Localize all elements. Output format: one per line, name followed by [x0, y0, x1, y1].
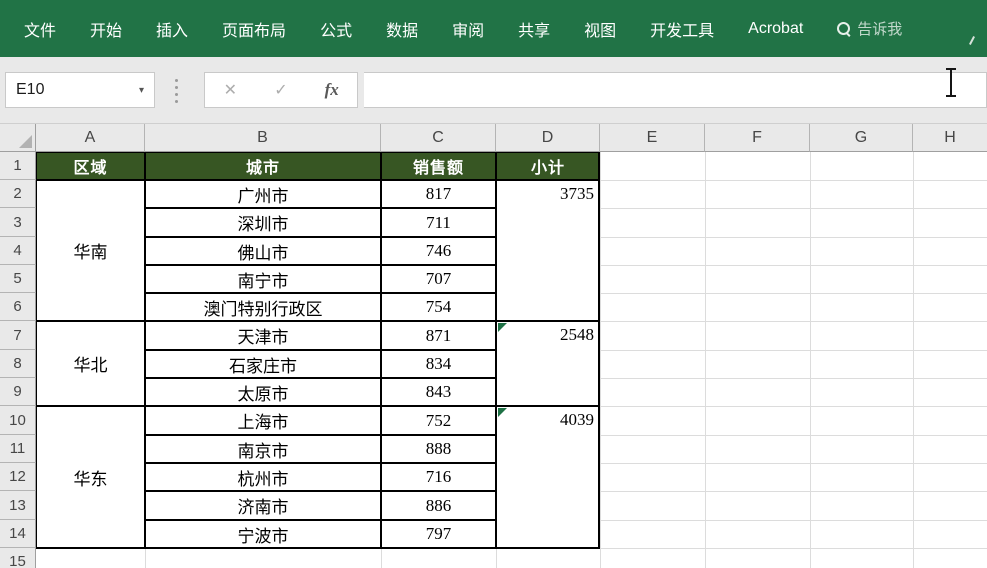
- tell-me-label: 告诉我: [857, 21, 903, 38]
- formula-bar-strip: E10 ▾ ✕ ✓ fx: [0, 57, 987, 124]
- search-icon: [837, 22, 851, 37]
- tab-share[interactable]: 共享: [518, 17, 550, 41]
- ribbon-tab-bar: 文件 开始 插入 页面布局 公式 数据 审阅 共享 视图 开发工具 Acrobat 告诉我: [0, 0, 987, 57]
- error-indicator-icon: [498, 323, 507, 332]
- row-header-6[interactable]: 6: [0, 293, 36, 321]
- row-header-7[interactable]: 7: [0, 321, 36, 350]
- cell-D7-merged[interactable]: 2548: [496, 321, 600, 406]
- error-indicator-icon: [498, 408, 507, 417]
- row-header-1[interactable]: 1: [0, 152, 36, 180]
- column-header-D[interactable]: D: [496, 124, 600, 152]
- tab-review[interactable]: 审阅: [452, 17, 484, 41]
- tab-developer[interactable]: 开发工具: [650, 17, 714, 41]
- tell-me-search[interactable]: 告诉我: [837, 18, 902, 39]
- chevron-down-icon[interactable]: ▾: [139, 85, 144, 96]
- cell-A7-merged[interactable]: 华北: [36, 321, 145, 406]
- cell-B14[interactable]: 宁波市: [145, 520, 381, 548]
- gridline: [913, 152, 914, 568]
- cell-C13[interactable]: 886: [381, 491, 496, 520]
- cell-B4[interactable]: 佛山市: [145, 237, 381, 265]
- formula-input[interactable]: [364, 72, 987, 108]
- cell-B9[interactable]: 太原市: [145, 378, 381, 406]
- cell-C8[interactable]: 834: [381, 350, 496, 378]
- tab-acrobat[interactable]: Acrobat: [748, 20, 803, 38]
- cell-C10[interactable]: 752: [381, 406, 496, 435]
- row-header-14[interactable]: 14: [0, 520, 36, 548]
- cell-B1[interactable]: 城市: [145, 152, 381, 180]
- row-header-4[interactable]: 4: [0, 237, 36, 265]
- cell-C11[interactable]: 888: [381, 435, 496, 463]
- drag-handle-dots[interactable]: [174, 79, 178, 103]
- row-header-15[interactable]: 15: [0, 548, 36, 568]
- cell-C6[interactable]: 754: [381, 293, 496, 321]
- cell-B6[interactable]: 澳门特别行政区: [145, 293, 381, 321]
- cell-C3[interactable]: 711: [381, 208, 496, 237]
- cell-C14[interactable]: 797: [381, 520, 496, 548]
- cell-B8[interactable]: 石家庄市: [145, 350, 381, 378]
- tab-page-layout[interactable]: 页面布局: [222, 17, 286, 41]
- insert-function-icon[interactable]: fx: [306, 80, 357, 100]
- cell-B2[interactable]: 广州市: [145, 180, 381, 208]
- cell-C9[interactable]: 843: [381, 378, 496, 406]
- table-outer-border-bottom: [36, 547, 600, 549]
- text-cursor-icon: [946, 68, 956, 97]
- cell-B11[interactable]: 南京市: [145, 435, 381, 463]
- select-all-triangle-icon: [19, 135, 32, 148]
- row-header-13[interactable]: 13: [0, 491, 36, 520]
- cancel-icon[interactable]: ✕: [205, 80, 256, 100]
- gridline: [810, 152, 811, 568]
- column-header-G[interactable]: G: [810, 124, 913, 152]
- cell-B5[interactable]: 南宁市: [145, 265, 381, 293]
- column-header-E[interactable]: E: [600, 124, 705, 152]
- row-header-2[interactable]: 2: [0, 180, 36, 208]
- cell-C12[interactable]: 716: [381, 463, 496, 491]
- cell-B10[interactable]: 上海市: [145, 406, 381, 435]
- cell-D2-merged[interactable]: 3735: [496, 180, 600, 321]
- cell-C5[interactable]: 707: [381, 265, 496, 293]
- tab-insert[interactable]: 插入: [156, 17, 188, 41]
- column-header-H[interactable]: H: [913, 124, 987, 152]
- row-header-8[interactable]: 8: [0, 350, 36, 378]
- tab-data[interactable]: 数据: [386, 17, 418, 41]
- column-header-B[interactable]: B: [145, 124, 381, 152]
- gridline: [600, 152, 601, 568]
- row-header-12[interactable]: 12: [0, 463, 36, 491]
- cell-C4[interactable]: 746: [381, 237, 496, 265]
- column-header-F[interactable]: F: [705, 124, 810, 152]
- column-header-C[interactable]: C: [381, 124, 496, 152]
- tab-formulas[interactable]: 公式: [320, 17, 352, 41]
- confirm-icon[interactable]: ✓: [256, 80, 307, 100]
- cell-A2-merged[interactable]: 华南: [36, 180, 145, 321]
- row-header-3[interactable]: 3: [0, 208, 36, 237]
- excel-window: 文件 开始 插入 页面布局 公式 数据 审阅 共享 视图 开发工具 Acrobat 告诉我 E10 ▾…: [0, 0, 987, 568]
- table-outer-border-right: [598, 152, 600, 548]
- select-all-corner[interactable]: [0, 124, 36, 152]
- cell-D1[interactable]: 小计: [496, 152, 600, 180]
- cell-A1[interactable]: 区域: [36, 152, 145, 180]
- cell-B7[interactable]: 天津市: [145, 321, 381, 350]
- row-header-10[interactable]: 10: [0, 406, 36, 435]
- name-box[interactable]: E10 ▾: [5, 72, 155, 108]
- cell-D10-merged[interactable]: 4039: [496, 406, 600, 548]
- tab-view[interactable]: 视图: [584, 17, 616, 41]
- cell-A10-merged[interactable]: 华东: [36, 406, 145, 548]
- cell-C1[interactable]: 销售额: [381, 152, 496, 180]
- row-header-5[interactable]: 5: [0, 265, 36, 293]
- name-box-value: E10: [16, 81, 45, 98]
- row-header-9[interactable]: 9: [0, 378, 36, 406]
- cell-B13[interactable]: 济南市: [145, 491, 381, 520]
- column-header-A[interactable]: A: [36, 124, 145, 152]
- cell-C7[interactable]: 871: [381, 321, 496, 350]
- cell-B12[interactable]: 杭州市: [145, 463, 381, 491]
- cell-B3[interactable]: 深圳市: [145, 208, 381, 237]
- tab-file[interactable]: 文件: [24, 17, 56, 41]
- tab-home[interactable]: 开始: [90, 17, 122, 41]
- gridline: [705, 152, 706, 568]
- cell-C2[interactable]: 817: [381, 180, 496, 208]
- row-header-11[interactable]: 11: [0, 435, 36, 463]
- formula-buttons-panel: ✕ ✓ fx: [204, 72, 358, 108]
